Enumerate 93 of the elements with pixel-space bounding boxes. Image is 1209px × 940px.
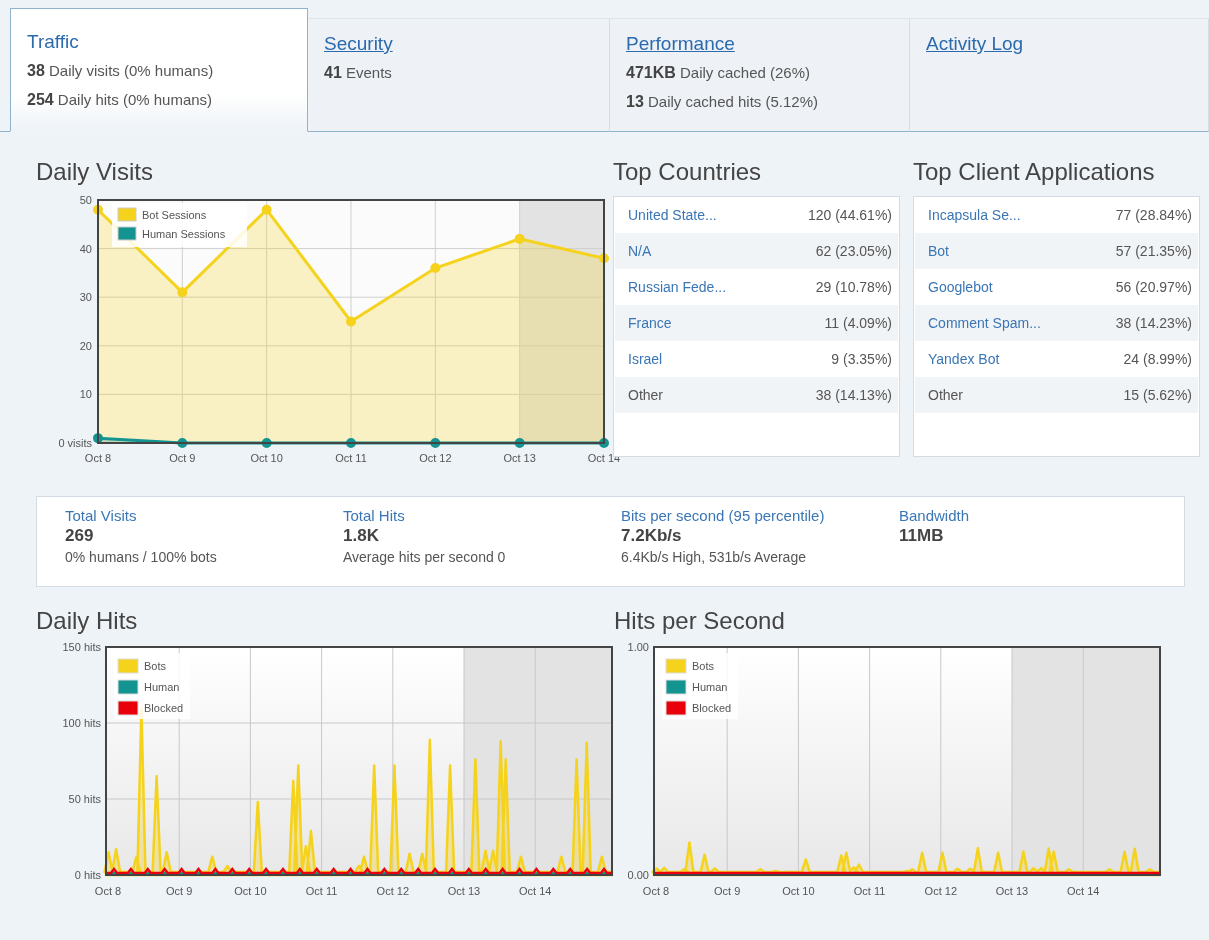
stat-detail: Average hits per second 0 — [343, 549, 506, 565]
x-axis-label: Oct 10 — [250, 452, 283, 464]
x-axis-label: Oct 12 — [376, 885, 409, 897]
x-axis-label: Oct 11 — [853, 885, 886, 897]
stat-detail: 0% humans / 100% bots — [65, 549, 217, 565]
stat-value: 11MB — [899, 526, 944, 546]
x-axis-label: Oct 8 — [84, 452, 112, 464]
legend-label: Human Sessions — [142, 228, 226, 240]
x-axis-label: Oct 12 — [419, 452, 452, 464]
legend-label: Blocked — [144, 702, 184, 714]
table-cell: 24 (8.99%) — [1123, 351, 1192, 367]
y-axis-label: 1.00 — [627, 641, 649, 653]
legend-label: Blocked — [692, 702, 732, 714]
tab-title-link[interactable]: Activity Log — [926, 33, 1024, 55]
tab[interactable]: Traffic 38 Daily visits (0% humans) 254 Daily hits (0% humans) — [10, 8, 308, 132]
tab-stat-text: 41 Events — [324, 63, 393, 83]
table-link[interactable]: Russian Fede... — [628, 279, 727, 295]
x-axis-label: Oct 9 — [169, 452, 196, 464]
table-cell: 9 (3.35%) — [831, 351, 892, 367]
stat-label-link[interactable]: Total Hits — [343, 507, 405, 524]
y-axis-label: 50 — [79, 194, 92, 206]
table-cell: 62 (23.05%) — [815, 243, 892, 259]
tab-stat-text: 38 Daily visits (0% humans) — [27, 61, 215, 81]
table-cell: Other — [628, 387, 663, 403]
table-cell: Other — [928, 387, 963, 403]
stat-detail: 6.4Kb/s High, 531b/s Average — [621, 549, 806, 565]
table-link[interactable]: Incapsula Se... — [928, 207, 1021, 223]
legend-label: Bots — [144, 660, 166, 672]
table-cell: 11 (4.09%) — [824, 315, 892, 331]
stat-label-link[interactable]: Bits per second (95 percentile) — [621, 507, 825, 524]
table-cell: 56 (20.97%) — [1115, 279, 1192, 295]
tab-stat-text: 254 Daily hits (0% humans) — [27, 90, 214, 110]
tab-stat-text: 471KB Daily cached (26%) — [626, 63, 812, 83]
x-axis-label: Oct 14 — [519, 885, 552, 897]
x-axis-label: Oct 9 — [166, 885, 193, 897]
table-cell: 15 (5.62%) — [1123, 387, 1192, 403]
table-link[interactable]: N/A — [628, 243, 652, 259]
table-link[interactable]: Googlebot — [928, 279, 993, 295]
tab[interactable]: Security 41 Events — [308, 18, 610, 132]
table-cell: 57 (21.35%) — [1115, 243, 1192, 259]
stat-value: 7.2Kb/s — [621, 526, 682, 546]
y-axis-label: 50 hits — [68, 793, 101, 805]
x-axis-label: Oct 8 — [642, 885, 670, 897]
legend-label: Bots — [692, 660, 714, 672]
table-link[interactable]: Israel — [628, 351, 663, 367]
table-link[interactable]: United State... — [628, 207, 717, 223]
y-axis-label: 150 hits — [62, 641, 101, 653]
x-axis-label: Oct 12 — [924, 885, 957, 897]
stat-label-link[interactable]: Bandwidth — [899, 507, 970, 524]
tab-title-link[interactable]: Traffic — [27, 31, 79, 53]
x-axis-label: Oct 13 — [503, 452, 536, 464]
stat-label-link[interactable]: Total Visits — [65, 507, 137, 524]
legend-label: Bot Sessions — [142, 209, 207, 221]
section-title: Daily Hits — [36, 606, 138, 636]
section-title: Hits per Second — [614, 606, 785, 636]
tab-stat-text: 13 Daily cached hits (5.12%) — [626, 92, 820, 112]
stat-value: 269 — [65, 526, 94, 546]
tab-title-link[interactable]: Performance — [626, 33, 735, 55]
tab[interactable]: Activity Log — [910, 18, 1209, 132]
table-cell: 38 (14.13%) — [815, 387, 892, 403]
y-axis-label: 0.00 — [627, 869, 649, 881]
x-axis-label: Oct 11 — [305, 885, 338, 897]
tab[interactable]: Performance 471KB Daily cached (26%) 13 Daily cached hits (5.12%) — [610, 18, 910, 132]
y-axis-label: 40 — [79, 242, 92, 255]
y-axis-label: 10 — [79, 388, 92, 401]
tab-title-link[interactable]: Security — [324, 33, 393, 55]
section-title: Top Countries — [613, 157, 762, 187]
x-axis-label: Oct 13 — [447, 885, 481, 897]
x-axis-label: Oct 13 — [995, 885, 1029, 897]
table-link[interactable]: Bot — [928, 243, 949, 259]
table-cell: 38 (14.23%) — [1115, 315, 1192, 331]
y-axis-label: 0 visits — [58, 437, 92, 449]
x-axis-label: Oct 14 — [1067, 885, 1100, 897]
legend-label: Human — [692, 681, 728, 693]
section-title: Top Client Applications — [913, 157, 1155, 187]
y-axis-label: 0 hits — [74, 869, 101, 881]
x-axis-label: Oct 11 — [335, 452, 367, 464]
table-cell: 120 (44.61%) — [807, 207, 892, 223]
section-title: Daily Visits — [36, 157, 153, 187]
table-cell: 77 (28.84%) — [1115, 207, 1192, 223]
x-axis-label: Oct 10 — [234, 885, 267, 897]
y-axis-label: 100 hits — [62, 717, 101, 729]
table-link[interactable]: France — [628, 315, 672, 331]
legend-label: Human — [144, 681, 180, 693]
table-link[interactable]: Yandex Bot — [928, 351, 1000, 367]
table-link[interactable]: Comment Spam... — [928, 315, 1041, 331]
x-axis-label: Oct 9 — [714, 885, 741, 897]
y-axis-label: 20 — [79, 339, 92, 352]
x-axis-label: Oct 8 — [94, 885, 122, 897]
y-axis-label: 30 — [79, 291, 92, 304]
table-cell: 29 (10.78%) — [815, 279, 892, 295]
stat-value: 1.8K — [343, 526, 379, 546]
x-axis-label: Oct 10 — [782, 885, 815, 897]
